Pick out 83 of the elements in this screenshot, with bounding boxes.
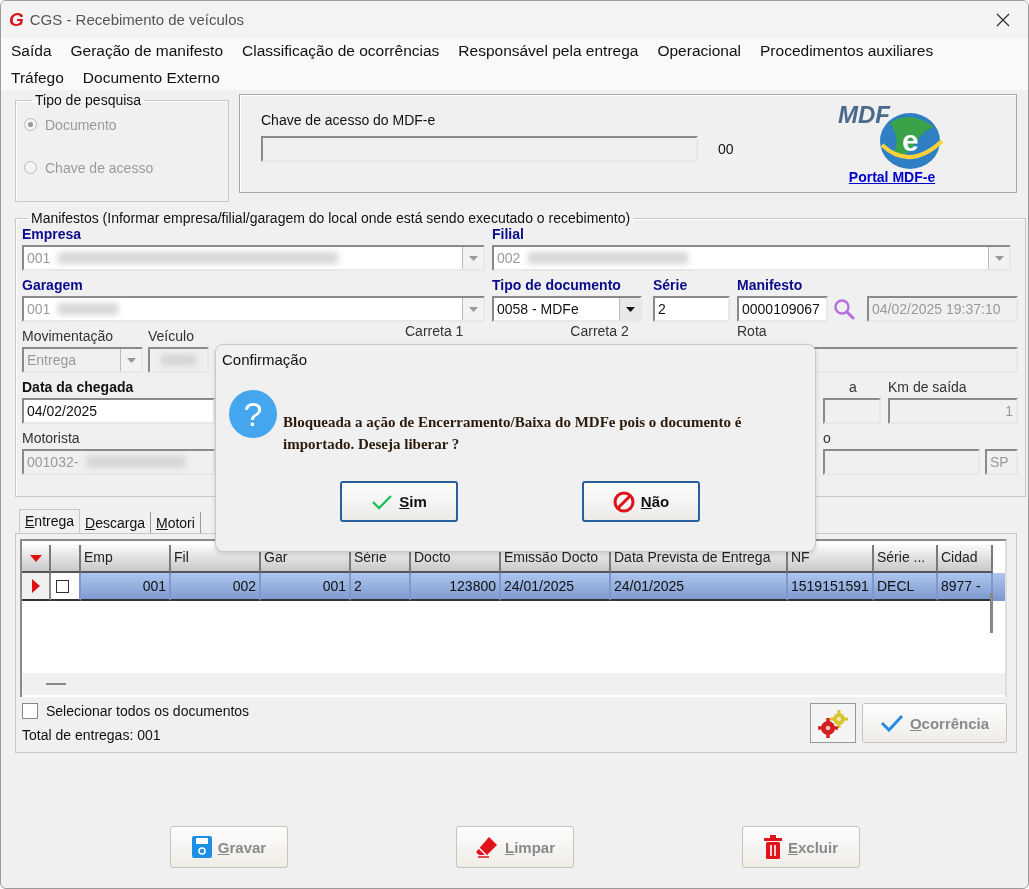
group-label: Tipo de pesquisa (34, 92, 143, 108)
dialog-button[interactable]: Sim (340, 481, 458, 522)
field-label: Filial (492, 226, 524, 243)
field-label: Carreta 2 (570, 323, 629, 340)
close-icon (996, 12, 1010, 27)
table-cell: 001 (81, 573, 171, 601)
menu-item[interactable]: Tráfego (11, 67, 64, 88)
field-label: Chave de acesso do MDF-e (261, 112, 436, 128)
total-label: Total de entregas: 001 (22, 727, 162, 743)
field-label: Garagem (22, 277, 83, 294)
field-label: Rota (737, 323, 767, 340)
column-header[interactable]: NF (788, 545, 874, 573)
row-pointer-icon (31, 579, 40, 593)
field-label: Motorista (22, 430, 80, 447)
column-header[interactable]: Cidad (938, 545, 993, 573)
field-label: Carreta 1 (405, 323, 464, 340)
series-field[interactable]: 2 (653, 296, 730, 322)
access-key-field[interactable] (261, 136, 698, 162)
field-label: Série (653, 277, 688, 294)
menu-item[interactable]: Operacional (657, 40, 741, 61)
triangle-down-icon (29, 554, 42, 562)
field-label: Manifesto (737, 277, 803, 294)
checkmark-icon (879, 714, 904, 732)
caret-icon (994, 255, 1004, 261)
menu-item[interactable]: Documento Externo (82, 67, 220, 88)
field-label: o (823, 430, 831, 447)
checkbox[interactable] (22, 703, 38, 719)
trash-can-icon (763, 835, 782, 859)
menu-item[interactable]: Saída (11, 40, 52, 61)
field-label: Empresa (22, 226, 82, 243)
portal-link[interactable]: Portal MDF-e (848, 169, 936, 185)
radio-label: Documento (45, 116, 117, 133)
caret-icon (126, 357, 136, 363)
mdfe-logo: MDF e (836, 99, 948, 171)
table-cell: 24/01/2025 (501, 573, 611, 601)
checkbox[interactable] (56, 579, 69, 593)
caret-icon (468, 306, 478, 312)
arrival-date-field[interactable]: 04/02/2025 (22, 398, 215, 424)
eraser-icon (475, 836, 499, 858)
no-entry-icon (612, 490, 635, 513)
table-cell: 1519151591 (788, 573, 874, 601)
column-header[interactable]: Série ... (874, 545, 938, 573)
menu-item[interactable]: Classificação de ocorrências (242, 40, 440, 61)
group-label: Manifestos (Informar empresa/filial/garagem do local onde está sendo executado o recebimento) (30, 210, 632, 226)
menu-item[interactable]: Responsável pela entrega (458, 40, 639, 61)
table-cell: 2 (351, 573, 411, 601)
tab[interactable]: Entrega (19, 509, 81, 533)
tab[interactable]: Motori (151, 512, 201, 533)
field-label: Data da chegada (22, 379, 134, 396)
tab[interactable]: Descarga (80, 512, 151, 533)
settings-button[interactable] (810, 703, 856, 743)
table-cell: 123800 (411, 573, 501, 601)
digit-label: 00 (718, 141, 734, 157)
checkbox-label: Selecionar todos os documentos (46, 703, 250, 719)
caret-icon (468, 255, 478, 261)
column-header[interactable]: Emp (81, 545, 171, 573)
field-label: Movimentação (22, 328, 114, 345)
question-icon: ? (229, 390, 277, 438)
gears-icon (817, 708, 849, 738)
table-cell: 002 (171, 573, 261, 601)
manifest-field[interactable]: 0000109067 (737, 296, 828, 322)
menu-item[interactable]: Geração de manifesto (70, 40, 224, 61)
dialog-title: Confirmação (222, 351, 308, 368)
window-title: CGS - Recebimento de veículos (29, 11, 245, 28)
table-cell: 24/01/2025 (611, 573, 788, 601)
radio-label: Chave de acesso (45, 159, 154, 176)
table-cell: DECL (874, 573, 938, 601)
dialog-button[interactable]: Não (582, 481, 700, 522)
caret-icon (625, 306, 635, 312)
table-row[interactable]: 001 002 001 2 123800 24/01/2025 24/01/2025 1519151591 DECL 8977 - (22, 573, 1005, 601)
document-type-dropdown[interactable]: 0058 - MDFe (492, 296, 642, 322)
checkmark-icon (371, 493, 394, 510)
dialog-message: Bloqueada a ação de Encerramento/Baixa do MDFe pois o documento é importado. Deseja liberar ? (283, 413, 743, 454)
app-logo: G (9, 8, 24, 31)
menu-item[interactable]: Procedimentos auxiliares (760, 40, 934, 61)
field-label: Km de saída (888, 379, 967, 396)
field-label: Veículo (148, 328, 194, 345)
scrollbar[interactable] (46, 683, 66, 685)
table-cell: 001 (261, 573, 351, 601)
search-icon[interactable] (833, 298, 855, 320)
scrollbar[interactable] (990, 593, 993, 633)
field-label: Tipo de documento (492, 277, 621, 294)
field-label: a (849, 379, 857, 396)
